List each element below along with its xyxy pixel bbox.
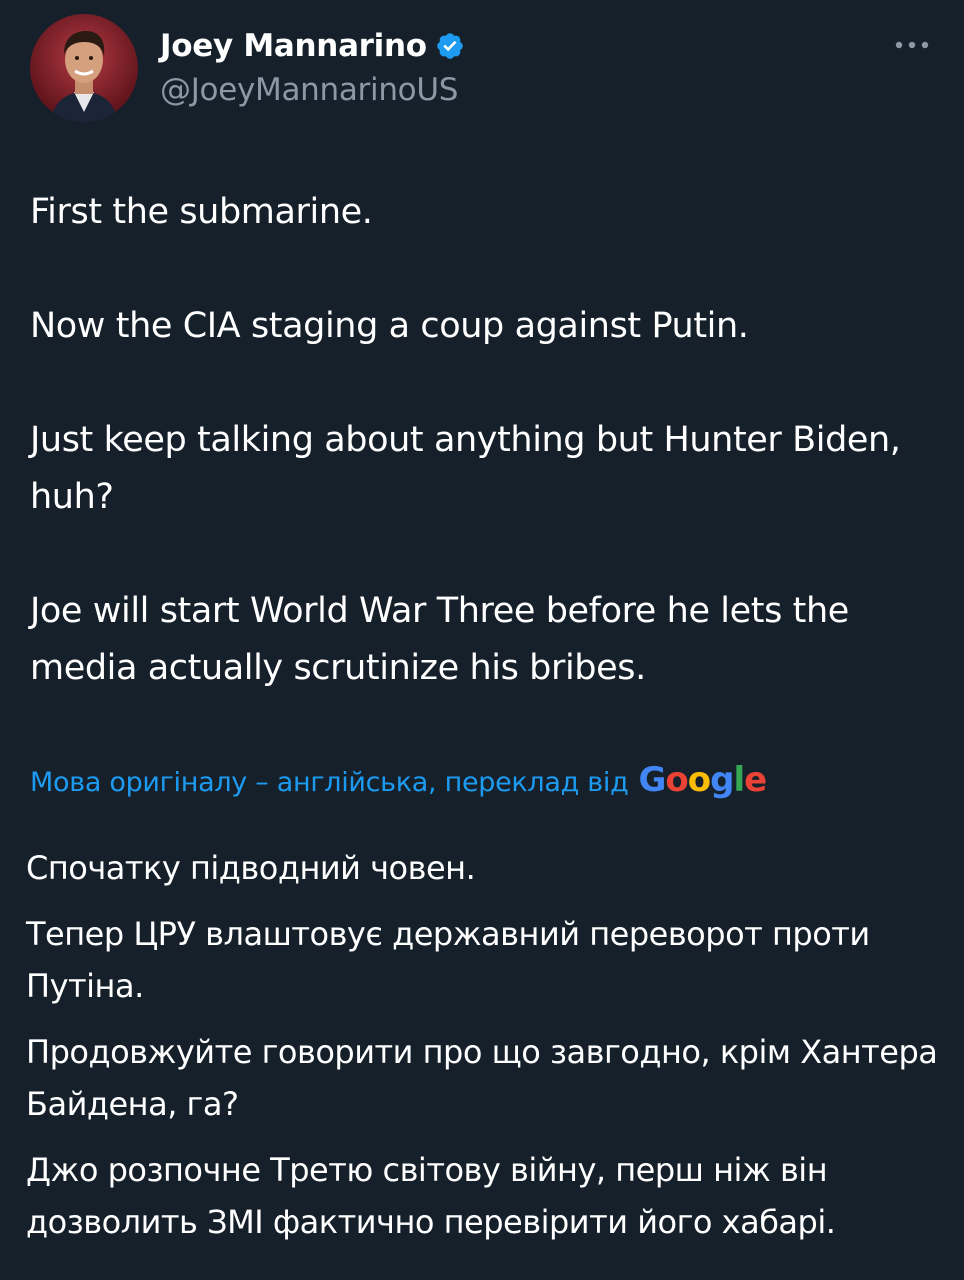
google-letter: o <box>665 760 688 800</box>
translated-paragraph: Спочатку підводний човен. <box>26 849 476 887</box>
translated-paragraph: Тепер ЦРУ влаштовує державний переворот … <box>26 915 870 1005</box>
profile-photo-icon <box>30 14 138 122</box>
translated-paragraph: Джо розпочне Третю світову війну, перш н… <box>26 1151 836 1241</box>
tweet-header: Joey Mannarino @JoeyMannarinoUS <box>0 0 964 140</box>
avatar[interactable] <box>30 14 138 122</box>
google-letter: o <box>687 760 711 800</box>
google-letter: g <box>710 760 734 800</box>
google-letter: G <box>638 760 666 800</box>
google-letter: l <box>733 760 745 800</box>
translated-paragraph: Продовжуйте говорити про що завгодно, кр… <box>26 1033 938 1123</box>
tweet-text: First the submarine. Now the CIA staging… <box>30 184 940 754</box>
tweet-paragraph: Now the CIA staging a coup against Putin… <box>30 306 749 346</box>
verified-badge-icon[interactable] <box>435 31 465 61</box>
name-row: Joey Mannarino <box>160 26 465 66</box>
translated-text: Спочатку підводний човен. Тепер ЦРУ влаш… <box>26 842 941 1262</box>
more-options-icon[interactable] <box>892 28 932 62</box>
translation-note-link[interactable]: Мова оригіналу – англійська, переклад ві… <box>30 767 629 798</box>
tweet-paragraph: Just keep talking about anything but Hun… <box>30 420 901 517</box>
google-letter: e <box>744 760 767 800</box>
display-name[interactable]: Joey Mannarino <box>160 28 427 64</box>
tweet-paragraph: First the submarine. <box>30 192 373 232</box>
google-logo: Google <box>638 760 767 800</box>
tweet-paragraph: Joe will start World War Three before he… <box>30 591 849 688</box>
user-handle[interactable]: @JoeyMannarinoUS <box>160 72 458 108</box>
translation-attribution: Мова оригіналу – англійська, переклад ві… <box>30 760 767 802</box>
